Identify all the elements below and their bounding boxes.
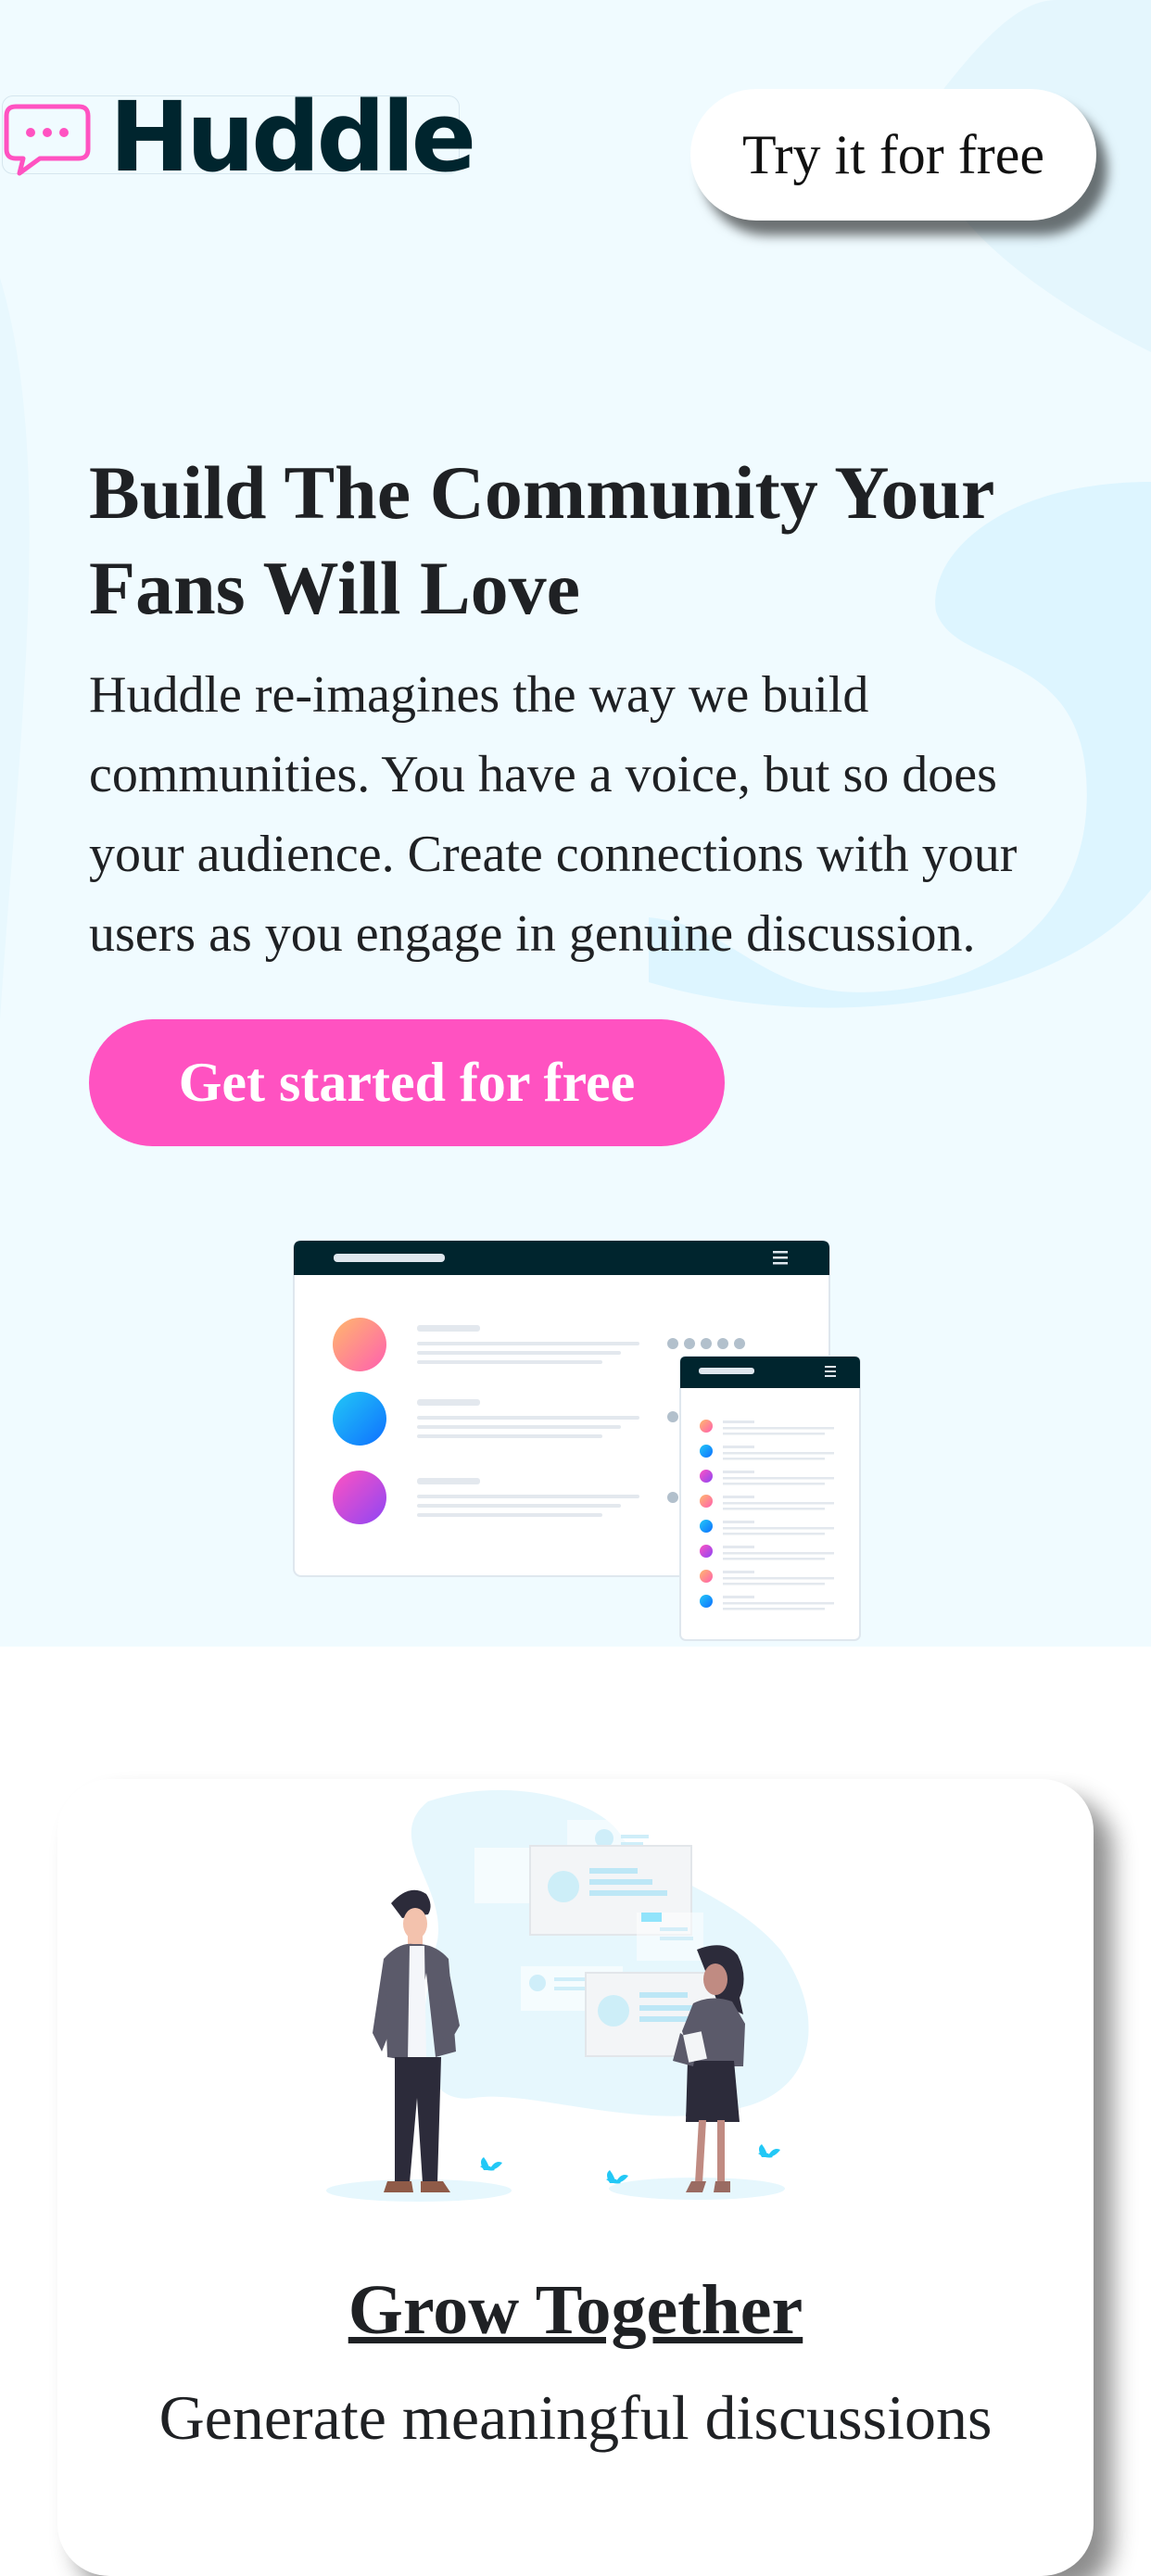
hero-section: Huddle Try it for free Build The Communi… bbox=[0, 0, 1151, 1647]
logo-wordmark: Huddle bbox=[109, 81, 476, 194]
feature-description: Generate meaningful discussions bbox=[158, 2382, 993, 2453]
hero-description: Huddle re-imagines the way we build comm… bbox=[89, 666, 1018, 963]
people-chatting-illustration bbox=[326, 1789, 809, 2202]
plant-icon bbox=[758, 2144, 780, 2158]
chat-bubble-icon bbox=[4, 104, 91, 176]
huddle-logo[interactable]: Huddle bbox=[2, 82, 476, 193]
feature-title: Grow Together bbox=[348, 2271, 803, 2349]
dashboard-mockup-illustration bbox=[293, 1240, 861, 1641]
plant-icon bbox=[606, 2170, 628, 2184]
try-free-button[interactable]: Try it for free bbox=[690, 89, 1096, 221]
plant-icon bbox=[480, 2157, 502, 2171]
hero-headline: Build The Community Your Fans Will Love bbox=[89, 450, 993, 630]
feature-card-grow-together: Grow Together Generate meaningful discus… bbox=[57, 1779, 1094, 2576]
get-started-button[interactable]: Get started for free bbox=[89, 1019, 725, 1146]
